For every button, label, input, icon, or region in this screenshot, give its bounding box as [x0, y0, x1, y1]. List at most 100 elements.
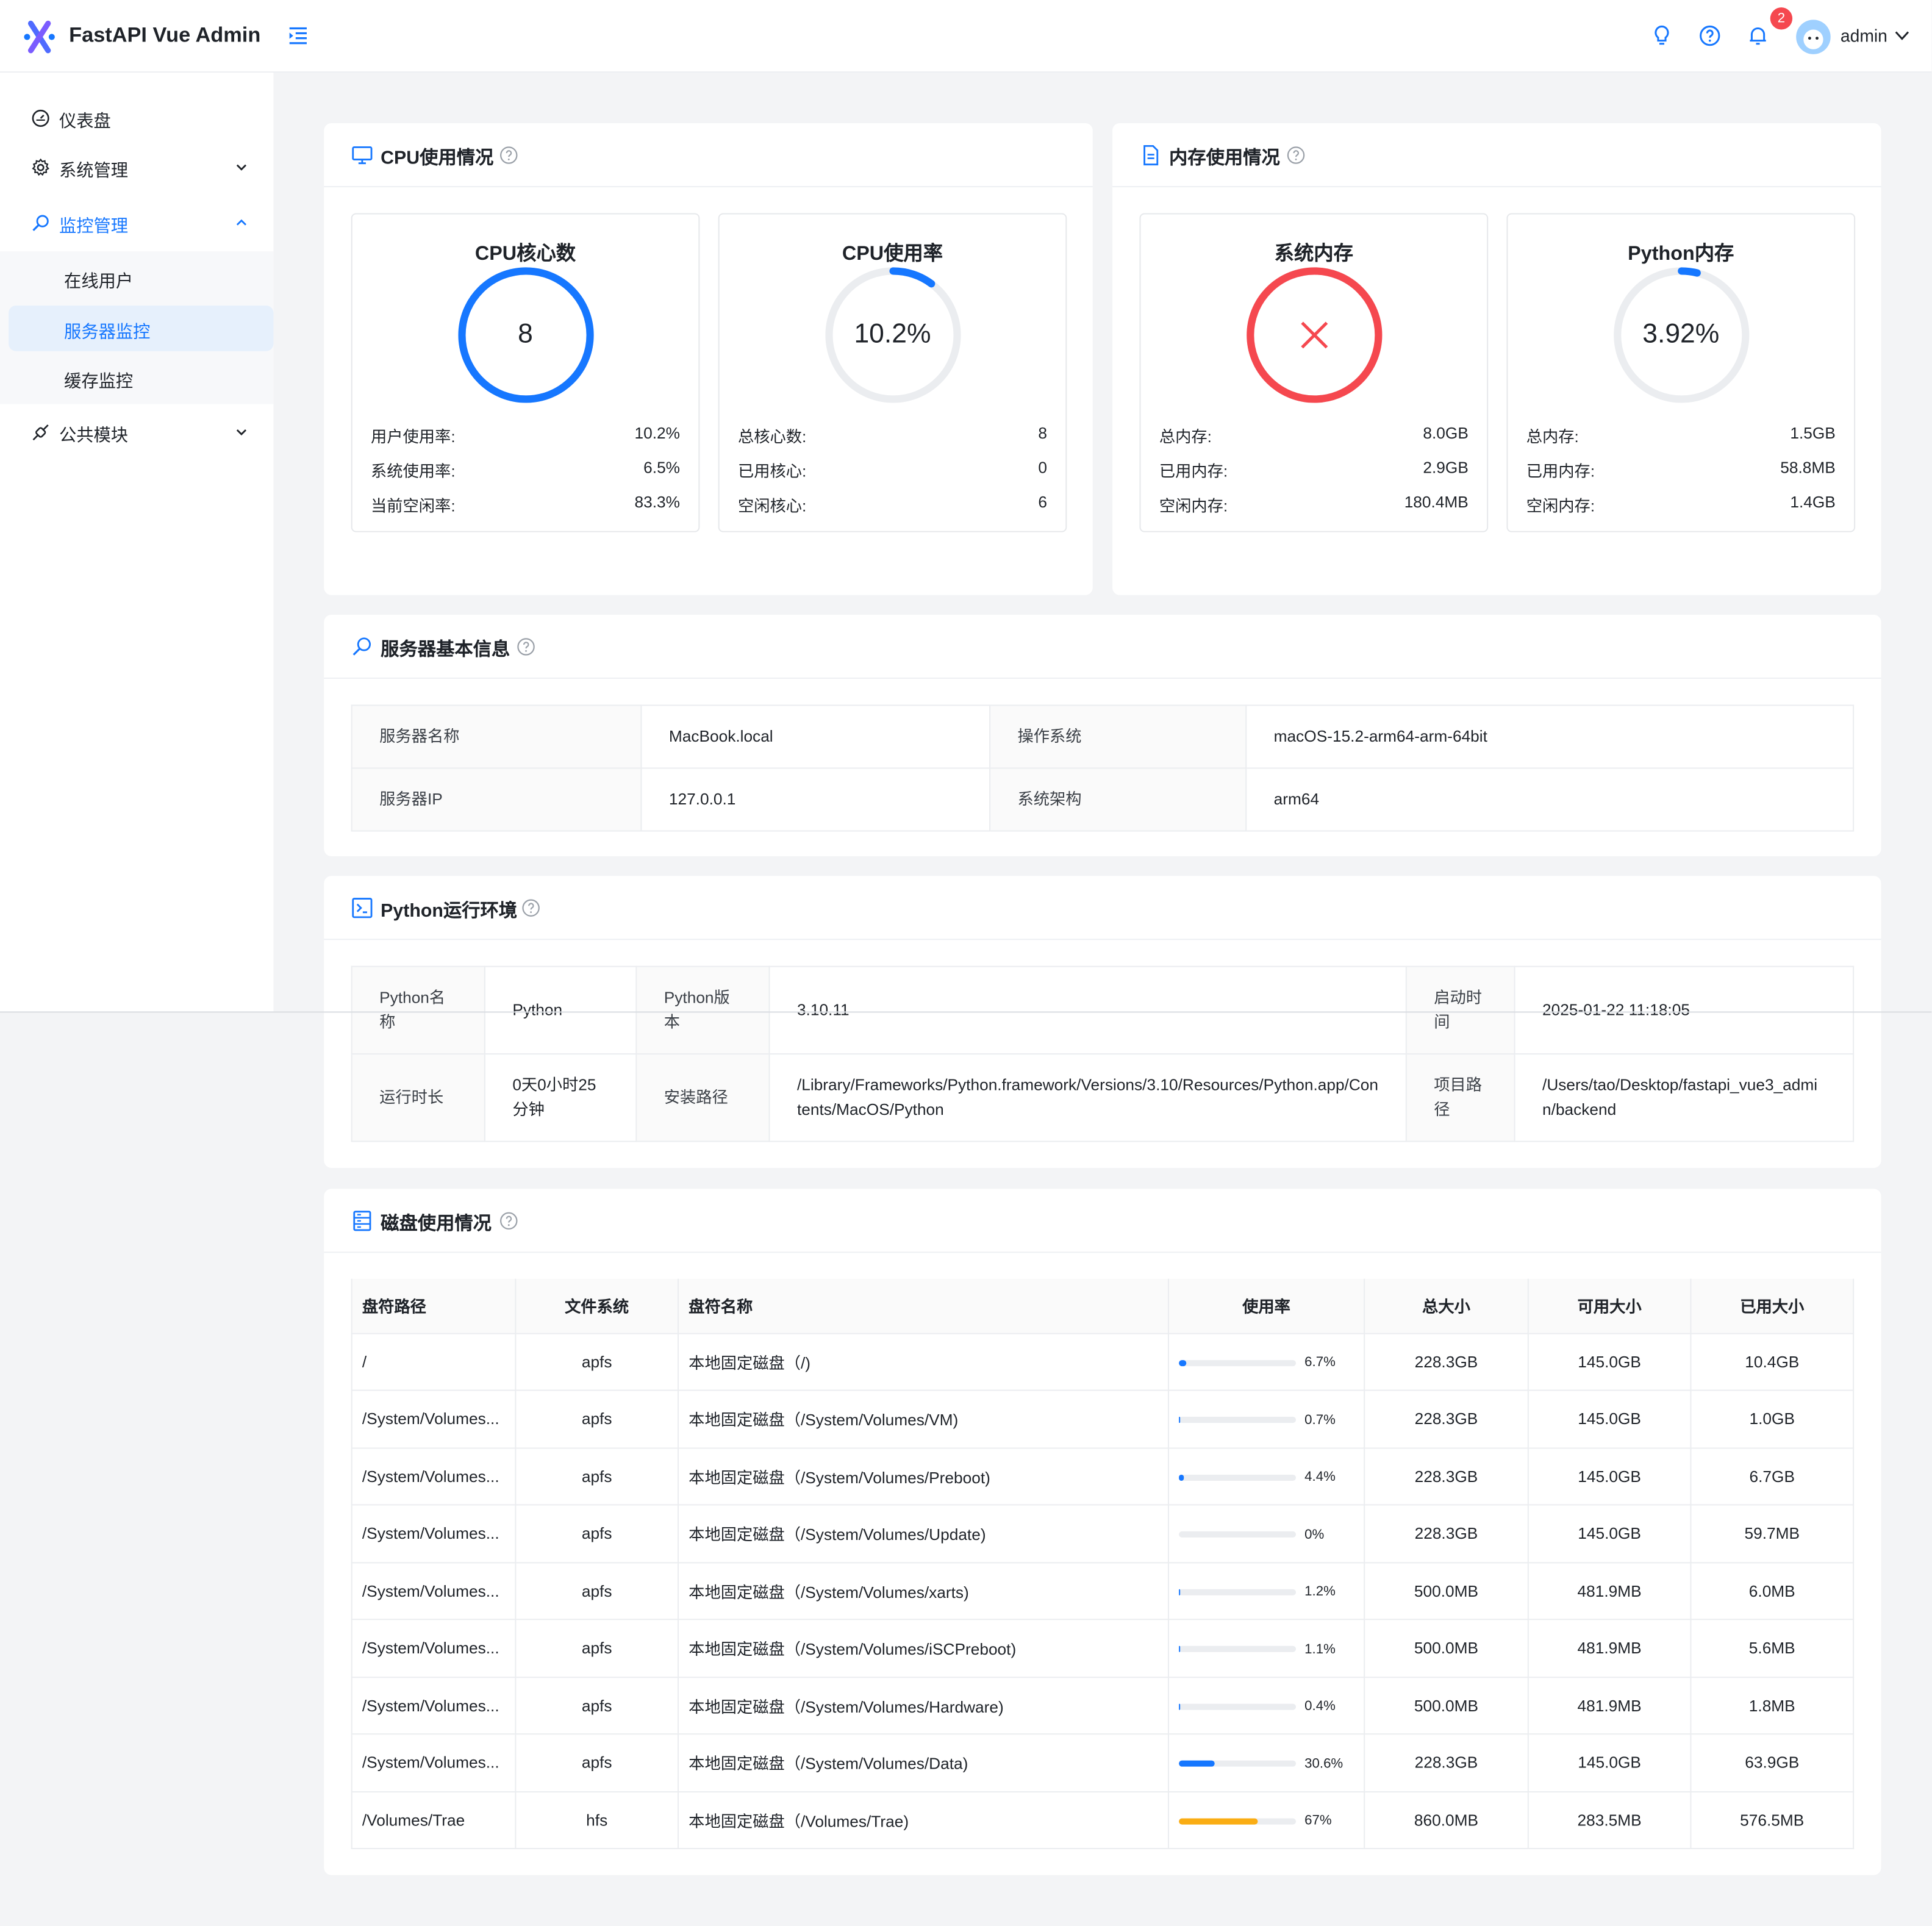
disk-total: 228.3GB: [1364, 1390, 1529, 1448]
disk-card: 磁盘使用情况 盘符路径 文件系统 盘符名称 使用率 总大小 可用大小 已用大小 …: [324, 1189, 1881, 1875]
metric-label: 当前空闲率:: [371, 496, 456, 515]
metric-value: 83.3%: [634, 493, 681, 512]
disk-filesystem: apfs: [515, 1619, 679, 1678]
progress-bar: [1179, 1474, 1297, 1481]
column-header: 文件系统: [515, 1278, 679, 1334]
server-info-card: 服务器基本信息 服务器名称 MacBook.local 操作系统 macOS-1…: [324, 614, 1881, 856]
progress-fill: [1179, 1589, 1181, 1595]
metric-title: Python内存: [1628, 243, 1734, 265]
divider: [0, 1011, 1932, 1013]
disk-free: 145.0GB: [1528, 1734, 1692, 1792]
runtime-value: 0天0小时25分钟: [484, 1053, 637, 1142]
sidebar: 仪表盘 系统管理 监控管理 在线用户 服务器监控 缓存监控 公共模块: [0, 73, 274, 1012]
metric-value: 180.4MB: [1404, 493, 1469, 512]
help-icon[interactable]: [521, 898, 540, 918]
install-path-label: 安装路径: [635, 1053, 770, 1142]
disk-usage: 4.4%: [1168, 1447, 1365, 1506]
metric-row: 总内存: 1.5GB: [1526, 424, 1836, 448]
sidebar-item-monitor[interactable]: 监控管理: [0, 201, 273, 245]
disk-filesystem: apfs: [515, 1333, 679, 1391]
table-row: Python名称 Python Python版本 3.10.11 启动时间 20…: [351, 965, 1855, 1055]
gauge-value: 10.2%: [854, 318, 931, 349]
disk-total: 228.3GB: [1364, 1333, 1529, 1391]
bell-icon[interactable]: [1745, 23, 1770, 48]
disk-name: 本地固定磁盘（/System/Volumes/Preboot): [678, 1447, 1169, 1506]
username[interactable]: admin: [1841, 26, 1887, 45]
sidebar-item-label: 仪表盘: [59, 110, 111, 131]
disk-name: 本地固定磁盘（/System/Volumes/Data): [678, 1734, 1169, 1792]
start-time-value: 2025-01-22 11:18:05: [1514, 965, 1855, 1055]
disk-used: 1.8MB: [1690, 1677, 1855, 1735]
table-header-row: 盘符路径 文件系统 盘符名称 使用率 总大小 可用大小 已用大小: [351, 1278, 1855, 1334]
disk-name: 本地固定磁盘（/System/Volumes/VM): [678, 1390, 1169, 1448]
disk-filesystem: apfs: [515, 1390, 679, 1448]
chevron-down-icon[interactable]: [1894, 28, 1911, 43]
help-icon[interactable]: [516, 637, 535, 656]
disk-total: 860.0MB: [1364, 1791, 1529, 1850]
column-header: 总大小: [1364, 1278, 1529, 1334]
menu-collapse-icon[interactable]: [286, 24, 310, 46]
disk-filesystem: hfs: [515, 1791, 679, 1850]
column-header: 已用大小: [1690, 1278, 1855, 1334]
metric-value: 8: [1038, 423, 1047, 443]
cpu-usage-panel: CPU使用率 10.2% 总核心数: 8 已用核心: 0 空闲核心: 6: [718, 213, 1067, 532]
disk-path: /System/Volumes...: [351, 1619, 517, 1678]
metric-title: CPU使用率: [842, 243, 943, 265]
card-header: Python运行环境: [324, 876, 1881, 940]
progress-text: 0.4%: [1304, 1699, 1336, 1714]
gauge-value: 8: [518, 318, 533, 349]
python-env-card: Python运行环境 Python名称 Python Python版本 3.10…: [324, 876, 1881, 1168]
python-version-label: Python版本: [635, 965, 770, 1055]
disk-usage: 0.7%: [1168, 1390, 1365, 1448]
sidebar-subitem-server-monitor[interactable]: 服务器监控: [9, 305, 274, 351]
card-title: CPU使用情况: [381, 148, 494, 169]
sidebar-subitem-cache-monitor[interactable]: 缓存监控: [9, 355, 273, 401]
help-icon[interactable]: [499, 145, 518, 165]
server-name-label: 服务器名称: [351, 704, 642, 769]
metric-label: 已用内存:: [1159, 462, 1228, 481]
table-row: / apfs 本地固定磁盘（/) 6.7% 228.3GB 145.0GB 10.4GB: [351, 1333, 1855, 1391]
metric-row: 空闲核心: 6: [738, 493, 1047, 517]
notification-badge: 2: [1770, 7, 1793, 30]
column-header: 可用大小: [1528, 1278, 1692, 1334]
sidebar-item-system[interactable]: 系统管理: [0, 145, 273, 190]
progress-text: 6.7%: [1304, 1355, 1336, 1370]
avatar[interactable]: [1796, 20, 1831, 54]
help-icon[interactable]: [1286, 145, 1306, 165]
progress-bar: [1179, 1761, 1297, 1767]
progress-text: 1.1%: [1304, 1642, 1336, 1657]
sidebar-subitem-online-users[interactable]: 在线用户: [9, 255, 273, 301]
disk-used: 6.7GB: [1690, 1447, 1855, 1506]
help-icon[interactable]: [1698, 23, 1722, 48]
disk-total: 500.0MB: [1364, 1619, 1529, 1678]
sidebar-item-label: 系统管理: [59, 160, 129, 180]
disk-usage: 1.2%: [1168, 1562, 1365, 1620]
help-icon[interactable]: [499, 1211, 518, 1231]
monitor-icon: [352, 146, 373, 165]
metric-row: 空闲内存: 180.4MB: [1159, 493, 1469, 517]
metric-label: 空闲内存:: [1159, 496, 1228, 515]
lightbulb-icon[interactable]: [1650, 23, 1674, 48]
disk-total: 228.3GB: [1364, 1734, 1529, 1792]
server-ip-value: 127.0.0.1: [640, 767, 991, 832]
sidebar-subitem-label: 在线用户: [64, 271, 134, 291]
disk-used: 5.6MB: [1690, 1619, 1855, 1678]
install-path-value: /Library/Frameworks/Python.framework/Ver…: [768, 1053, 1407, 1142]
metric-title: 系统内存: [1274, 243, 1353, 265]
sidebar-item-common[interactable]: 公共模块: [0, 410, 273, 455]
progress-bar: [1179, 1359, 1297, 1366]
python-env-table: Python名称 Python Python版本 3.10.11 启动时间 20…: [351, 965, 1855, 1142]
card-header: 磁盘使用情况: [324, 1189, 1881, 1253]
os-value: macOS-15.2-arm64-arm-64bit: [1245, 704, 1855, 769]
metric-value: 6.5%: [643, 458, 681, 477]
disk-total: 228.3GB: [1364, 1447, 1529, 1506]
table-row: /System/Volumes... apfs 本地固定磁盘（/System/Vol…: [351, 1734, 1855, 1792]
progress-bar: [1179, 1417, 1297, 1423]
disk-table: 盘符路径 文件系统 盘符名称 使用率 总大小 可用大小 已用大小 / apfs 本地…: [351, 1278, 1855, 1850]
metric-row: 空闲内存: 1.4GB: [1526, 493, 1836, 517]
top-header: FastAPI Vue Admin 2 admin: [0, 0, 1932, 73]
metric-value: 58.8MB: [1780, 458, 1836, 477]
runtime-label: 运行时长: [351, 1053, 485, 1142]
sidebar-item-dashboard[interactable]: 仪表盘: [0, 96, 273, 141]
metric-label: 总核心数:: [737, 427, 807, 446]
